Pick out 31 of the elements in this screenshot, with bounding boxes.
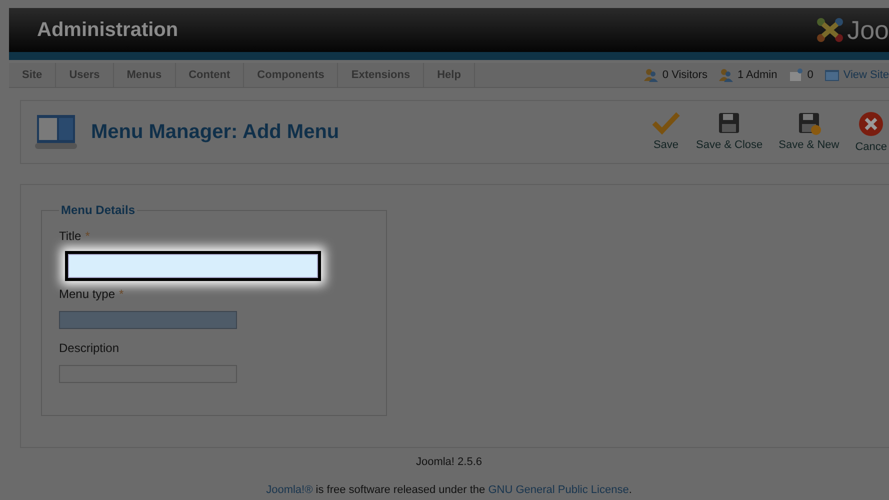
status-text: 0 Visitors: [662, 69, 708, 81]
status-text: 0: [807, 69, 814, 81]
users-icon: [719, 68, 734, 82]
admin-title: Administration: [37, 18, 178, 42]
floppy-plus-icon: [796, 111, 821, 135]
page-title: Menu Manager: Add Menu: [91, 120, 340, 144]
field-label: Title: [59, 229, 82, 243]
toolbar-button[interactable]: Cance: [851, 111, 889, 153]
status-text: 1 Admin: [737, 69, 778, 81]
users-icon: [644, 68, 658, 82]
required-mark: *: [119, 287, 124, 301]
fieldset-legend: Menu Details: [59, 203, 138, 217]
cancel-icon: [858, 111, 884, 137]
required-mark: *: [85, 229, 90, 243]
toolbar-button[interactable]: Save & Close: [692, 111, 767, 153]
view-site-link[interactable]: View Site: [843, 69, 889, 81]
toolbar-button[interactable]: Save & New: [774, 111, 844, 153]
field-label: Menu type: [59, 287, 116, 301]
menu-manager-icon: [35, 113, 77, 151]
toolbar-button[interactable]: Save: [648, 111, 684, 153]
checkmark-icon: [652, 111, 680, 135]
floppy-icon: [717, 111, 742, 135]
mail-icon: [789, 68, 804, 82]
monitor-icon: [825, 70, 840, 80]
license-text: Joomla!® is free software released under the GNU General Public License.: [266, 484, 632, 496]
field-label: Description: [59, 341, 120, 355]
logo-icon: [815, 16, 846, 44]
logo-text: Joo: [847, 16, 889, 44]
version-text: Joomla! 2.5.6: [416, 456, 482, 468]
footer-link[interactable]: Joomla!®: [266, 484, 313, 496]
footer-link[interactable]: GNU General Public License: [488, 484, 629, 496]
